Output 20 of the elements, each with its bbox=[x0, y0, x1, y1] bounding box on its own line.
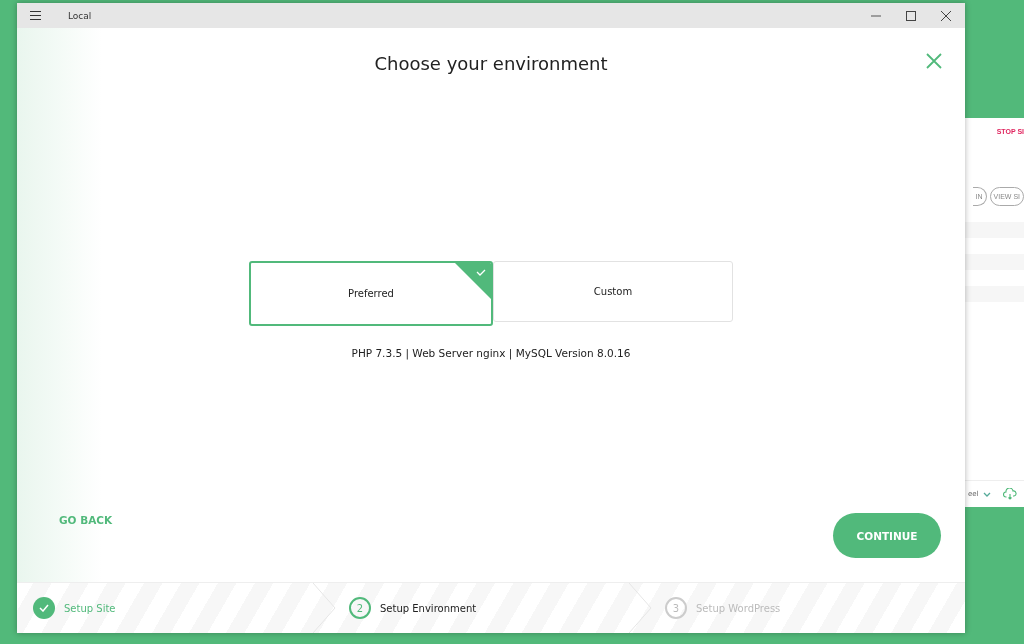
close-icon[interactable] bbox=[941, 10, 951, 21]
step-indicator: 2 bbox=[349, 597, 371, 619]
dialog-title: Choose your environment bbox=[374, 53, 608, 74]
check-corner-icon bbox=[454, 263, 491, 300]
step-indicator bbox=[33, 597, 55, 619]
window-title: Local bbox=[68, 10, 92, 21]
step-label: Setup Environment bbox=[380, 602, 477, 614]
minimize-icon[interactable] bbox=[871, 14, 881, 17]
menu-icon[interactable] bbox=[30, 11, 41, 20]
step-indicator: 3 bbox=[665, 597, 687, 619]
maximize-icon[interactable] bbox=[906, 10, 916, 21]
caret-icon[interactable] bbox=[982, 491, 991, 497]
environment-option[interactable]: Custom bbox=[493, 261, 733, 322]
continue-button[interactable]: CONTINUE bbox=[833, 513, 941, 558]
environment-option[interactable]: Preferred bbox=[249, 261, 493, 326]
cloud-icon[interactable] bbox=[1002, 488, 1017, 500]
step-label: Setup WordPress bbox=[696, 602, 781, 614]
go-back-button[interactable]: GO BACK bbox=[53, 512, 119, 527]
environment-summary: PHP 7.3.5 | Web Server nginx | MySQL Version 8.0.16 bbox=[351, 347, 631, 359]
step-label: Setup Site bbox=[64, 602, 116, 614]
